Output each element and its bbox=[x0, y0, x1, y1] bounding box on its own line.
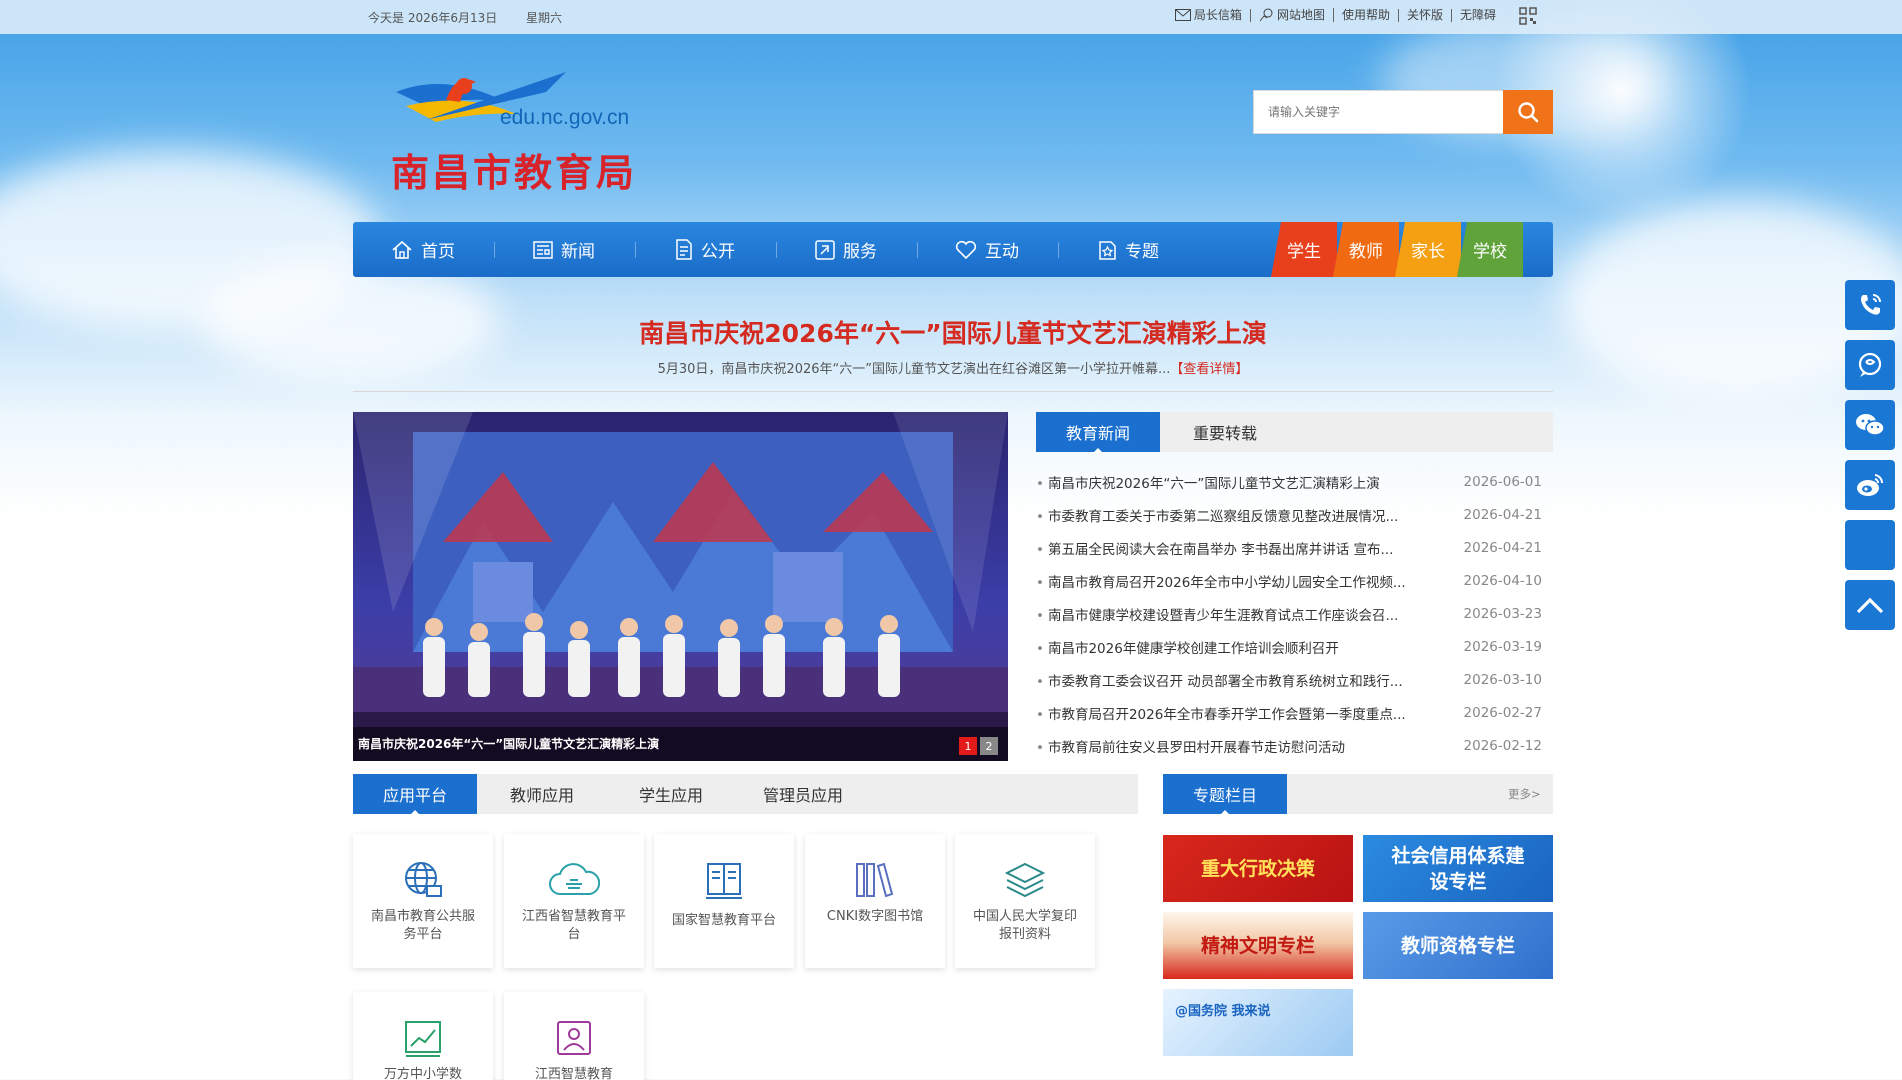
stage-photo bbox=[353, 412, 1008, 761]
float-consult-button[interactable] bbox=[1845, 340, 1895, 390]
news-icon bbox=[533, 240, 553, 259]
app-tabs: 应用平台 教师应用 学生应用 管理员应用 bbox=[353, 774, 1138, 815]
logo-name: 南昌市教育局 bbox=[391, 151, 638, 195]
banner-teacher-qualification[interactable]: 教师资格专栏 bbox=[1363, 912, 1553, 979]
search-icon bbox=[1518, 102, 1539, 123]
app-tile-wanfang[interactable]: 万方中小学数 bbox=[353, 992, 493, 1080]
service-icon bbox=[815, 239, 835, 260]
headline-title[interactable]: 南昌市庆祝2026年“六一”国际儿童节文艺汇演精彩上演 bbox=[353, 314, 1553, 350]
nav-item-public[interactable]: 公开 bbox=[635, 222, 775, 277]
banner-social-credit[interactable]: 社会信用体系建设专栏 bbox=[1363, 835, 1553, 902]
app-tile-national-smart-edu[interactable]: 国家智慧教育平台 bbox=[654, 834, 794, 968]
map-icon bbox=[1259, 8, 1273, 22]
current-weekday: 星期六 bbox=[526, 11, 563, 25]
tab-important-reposts[interactable]: 重要转载 bbox=[1160, 412, 1290, 452]
search-bar bbox=[1253, 90, 1553, 134]
care-mode-link[interactable]: 关怀版 bbox=[1399, 8, 1452, 22]
nav-role-school[interactable]: 学校 bbox=[1457, 222, 1523, 277]
float-phone-button[interactable] bbox=[1845, 280, 1895, 330]
slide-pager: 1 2 bbox=[959, 737, 998, 755]
tab-education-news[interactable]: 教育新闻 bbox=[1036, 412, 1160, 453]
news-item[interactable]: 市委教育工委会议召开 动员部署全市教育系统树立和践行...2026-03-10 bbox=[1036, 663, 1542, 696]
help-link[interactable]: 使用帮助 bbox=[1334, 8, 1399, 22]
news-item[interactable]: 南昌市庆祝2026年“六一”国际儿童节文艺汇演精彩上演2026-06-01 bbox=[1036, 465, 1542, 498]
news-list: 南昌市庆祝2026年“六一”国际儿童节文艺汇演精彩上演2026-06-01 市委… bbox=[1036, 465, 1542, 762]
news-tabs: 教育新闻 重要转载 bbox=[1036, 412, 1553, 453]
book-icon bbox=[706, 863, 742, 899]
slide-page-1[interactable]: 1 bbox=[959, 737, 977, 755]
layers-icon bbox=[1004, 862, 1046, 898]
float-back-to-top-button[interactable] bbox=[1845, 580, 1895, 630]
globe-icon bbox=[405, 862, 442, 897]
chevron-up-icon bbox=[1856, 597, 1884, 614]
accessibility-link[interactable]: 无障碍 bbox=[1452, 8, 1504, 22]
app-tile-jiangxi-smart-edu[interactable]: 江西省智慧教育平台 bbox=[504, 834, 644, 968]
nav-item-home[interactable]: 首页 bbox=[353, 222, 493, 277]
mailbox-link[interactable]: 局长信箱 bbox=[1167, 8, 1251, 22]
slide-page-2[interactable]: 2 bbox=[980, 737, 998, 755]
logo-url: edu.nc.gov.cn bbox=[500, 106, 630, 129]
headline-summary-text: 5月30日，南昌市庆祝2026年“六一”国际儿童节文艺演出在红谷滩区第一小学拉开… bbox=[657, 362, 1171, 377]
tab-student-apps[interactable]: 学生应用 bbox=[607, 774, 735, 814]
document-icon bbox=[676, 239, 692, 260]
news-item[interactable]: 南昌市2026年健康学校创建工作培训会顺利召开2026-03-19 bbox=[1036, 630, 1542, 663]
current-date: 今天是 2026年6月13日 bbox=[368, 11, 498, 25]
photo-slideshow[interactable]: 南昌市庆祝2026年“六一”国际儿童节文艺汇演精彩上演 1 2 bbox=[353, 412, 1008, 761]
headline-summary: 5月30日，南昌市庆祝2026年“六一”国际儿童节文艺演出在红谷滩区第一小学拉开… bbox=[353, 358, 1553, 377]
banner-spiritual-civilization[interactable]: 精神文明专栏 bbox=[1163, 912, 1353, 979]
wechat-icon bbox=[1856, 414, 1885, 436]
logo-emblem-icon bbox=[396, 72, 566, 122]
banner-major-decisions[interactable]: 重大行政决策 bbox=[1163, 835, 1353, 902]
news-item[interactable]: 南昌市教育局召开2026年全市中小学幼儿园安全工作视频...2026-04-10 bbox=[1036, 564, 1542, 597]
slide-caption: 南昌市庆祝2026年“六一”国际儿童节文艺汇演精彩上演 bbox=[353, 727, 1008, 761]
phone-icon bbox=[1861, 294, 1881, 315]
tab-app-platform[interactable]: 应用平台 bbox=[353, 774, 477, 815]
weibo-icon bbox=[1857, 474, 1884, 496]
sitemap-link[interactable]: 网站地图 bbox=[1251, 8, 1334, 22]
chart-icon bbox=[405, 1021, 441, 1057]
nav-item-interact[interactable]: 互动 bbox=[917, 222, 1057, 277]
news-item[interactable]: 市教育局前往安义县罗田村开展春节走访慰问活动2026-02-12 bbox=[1036, 729, 1542, 762]
mail-icon bbox=[1174, 9, 1191, 21]
banner-state-council[interactable]: @国务院 我来说 bbox=[1163, 989, 1353, 1056]
special-tabs: 专题栏目 bbox=[1163, 774, 1553, 815]
tab-special-column[interactable]: 专题栏目 bbox=[1163, 774, 1287, 815]
qrcode-icon[interactable] bbox=[1519, 7, 1537, 25]
nav-role-student[interactable]: 学生 bbox=[1271, 222, 1337, 277]
site-logo[interactable]: edu.nc.gov.cn 南昌市教育局 bbox=[386, 62, 646, 195]
app-tile-renmin-reprint[interactable]: 中国人民大学复印报刊资料 bbox=[955, 834, 1095, 968]
nav-item-news[interactable]: 新闻 bbox=[494, 222, 634, 277]
search-button[interactable] bbox=[1503, 90, 1553, 134]
news-item[interactable]: 市委教育工委关于市委第二巡察组反馈意见整改进展情况...2026-04-21 bbox=[1036, 498, 1542, 531]
search-input[interactable] bbox=[1253, 90, 1504, 134]
library-icon bbox=[856, 862, 894, 898]
tab-teacher-apps[interactable]: 教师应用 bbox=[477, 774, 607, 814]
heart-icon bbox=[955, 240, 977, 259]
top-links: 局长信箱 网站地图 使用帮助 关怀版 无障碍 bbox=[1167, 8, 1504, 22]
profile-icon bbox=[557, 1021, 591, 1055]
news-item[interactable]: 第五届全民阅读大会在南昌举办 李书磊出席并讲话 宣布...2026-04-21 bbox=[1036, 531, 1542, 564]
float-weibo-button[interactable] bbox=[1845, 460, 1895, 510]
nav-role-parent[interactable]: 家长 bbox=[1395, 222, 1461, 277]
nav-item-service[interactable]: 服务 bbox=[776, 222, 916, 277]
special-more-link[interactable]: 更多> bbox=[1508, 786, 1541, 802]
app-tile-jiangxi-smart-education[interactable]: 江西智慧教育 bbox=[504, 992, 644, 1080]
chat-bubble-icon bbox=[1858, 352, 1882, 377]
app-tile-cnki-library[interactable]: CNKI数字图书馆 bbox=[805, 834, 945, 968]
main-nav: 首页 新闻 公开 服务 互动 专题 学生 教师 家长 学校 bbox=[353, 222, 1553, 277]
divider bbox=[353, 391, 1553, 392]
float-wechat-button[interactable] bbox=[1845, 400, 1895, 450]
app-tile-nanchang-public-service[interactable]: 南昌市教育公共服务平台 bbox=[353, 834, 493, 968]
tab-admin-apps[interactable]: 管理员应用 bbox=[735, 774, 871, 814]
headline-more-link[interactable]: 【查看详情】 bbox=[1170, 362, 1248, 377]
news-item[interactable]: 市教育局召开2026年全市春季开学工作会暨第一季度重点...2026-02-27 bbox=[1036, 696, 1542, 729]
cloud-icon bbox=[549, 863, 600, 895]
nav-item-topics[interactable]: 专题 bbox=[1058, 222, 1198, 277]
topic-icon bbox=[1099, 241, 1116, 260]
top-bar: 今天是 2026年6月13日 星期六 局长信箱 网站地图 使用帮助 关怀版 无障… bbox=[0, 0, 1902, 34]
nav-role-teacher[interactable]: 教师 bbox=[1333, 222, 1399, 277]
news-item[interactable]: 南昌市健康学校建设暨青少年生涯教育试点工作座谈会召...2026-03-23 bbox=[1036, 597, 1542, 630]
float-blank-button[interactable] bbox=[1845, 520, 1895, 570]
home-icon bbox=[392, 240, 412, 259]
